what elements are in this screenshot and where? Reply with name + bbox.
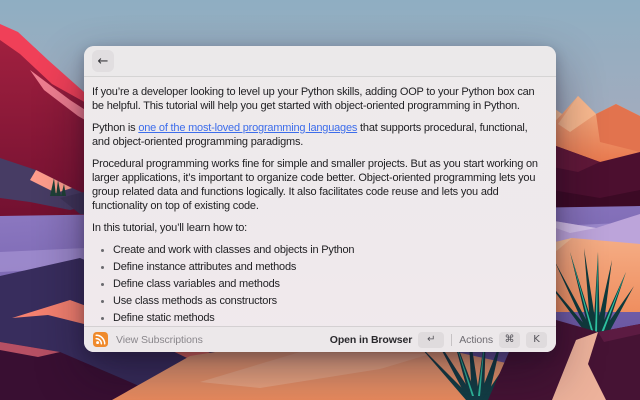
- article-link[interactable]: one of the most-loved programming langua…: [138, 122, 357, 134]
- article-paragraph: Procedural programming works fine for si…: [92, 157, 548, 213]
- desktop: ← If you’re a developer looking to level…: [0, 0, 640, 400]
- list-item: Create and work with classes and objects…: [113, 243, 548, 257]
- footer-right: Open in Browser ↵ Actions ⌘ K: [330, 332, 547, 348]
- list-item: Define class variables and methods: [113, 277, 548, 291]
- actions-label: Actions: [459, 334, 493, 346]
- enter-key-badge: ↵: [418, 332, 444, 348]
- k-key-badge: K: [526, 332, 547, 348]
- list-item: Define instance attributes and methods: [113, 260, 548, 274]
- open-in-browser-label: Open in Browser: [330, 334, 413, 346]
- paragraph-text: Python is: [92, 122, 138, 134]
- article-paragraph: In this tutorial, you’ll learn how to:: [92, 221, 548, 235]
- window-header: ←: [84, 46, 556, 77]
- open-in-browser-button[interactable]: Open in Browser ↵: [330, 332, 445, 348]
- article-paragraph: If you’re a developer looking to level u…: [92, 85, 548, 113]
- rss-icon: [93, 332, 108, 347]
- list-item: Use class methods as constructors: [113, 294, 548, 308]
- footer-separator: [451, 334, 452, 346]
- article-paragraph: Python is one of the most-loved programm…: [92, 121, 548, 149]
- back-button[interactable]: ←: [92, 50, 114, 72]
- footer-left: View Subscriptions: [93, 332, 203, 347]
- list-item: Define static methods: [113, 311, 548, 325]
- rss-reader-window: ← If you’re a developer looking to level…: [84, 46, 556, 352]
- back-arrow-icon: ←: [98, 55, 109, 68]
- article-content: If you’re a developer looking to level u…: [84, 77, 556, 326]
- view-subscriptions-label: View Subscriptions: [116, 334, 203, 346]
- actions-button[interactable]: Actions ⌘ K: [459, 332, 547, 348]
- learning-goals-list: Create and work with classes and objects…: [92, 243, 548, 325]
- action-bar: View Subscriptions Open in Browser ↵ Act…: [84, 326, 556, 352]
- cmd-key-badge: ⌘: [499, 332, 520, 348]
